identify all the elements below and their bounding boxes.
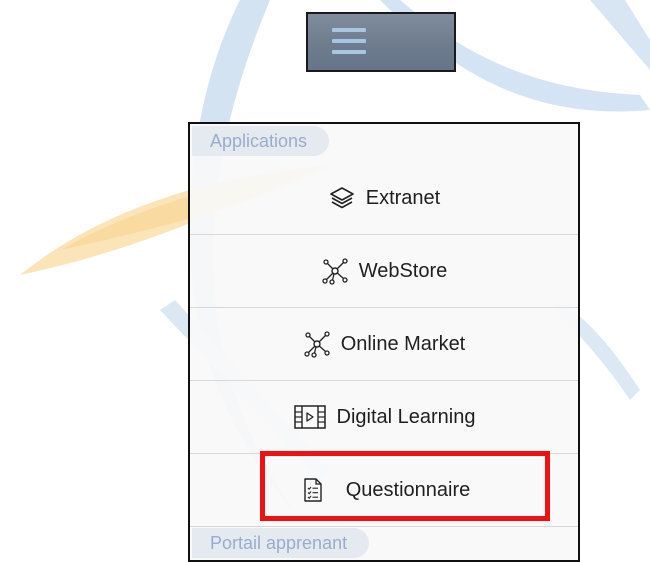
menu-item-digital-learning[interactable]: Digital Learning [190,381,578,454]
film-play-icon [293,403,327,431]
menu-item-online-market[interactable]: Online Market [190,308,578,381]
menu-item-extranet[interactable]: Extranet [190,162,578,235]
menu-item-label: Questionnaire [345,478,471,501]
menu-item-label: WebStore [358,259,448,282]
menu-item-label: Digital Learning [336,405,476,428]
section-title: Applications [210,131,308,151]
network-icon [303,330,331,358]
section-header-applications: Applications [192,126,330,156]
hamburger-menu-icon[interactable] [332,28,366,54]
menu-item-label: Online Market [340,332,466,355]
menu-item-webstore[interactable]: WebStore [190,235,578,308]
network-icon [321,257,349,285]
menu-item-label: Extranet [365,186,441,209]
applications-menu: Applications Extranet WebStore Online Ma… [188,122,580,562]
menu-toggle-bar[interactable] [306,12,456,72]
menu-item-questionnaire[interactable]: Questionnaire [190,454,578,527]
layers-icon [328,184,356,212]
document-list-icon [298,476,326,504]
section-title: Portail apprenant [210,533,348,553]
